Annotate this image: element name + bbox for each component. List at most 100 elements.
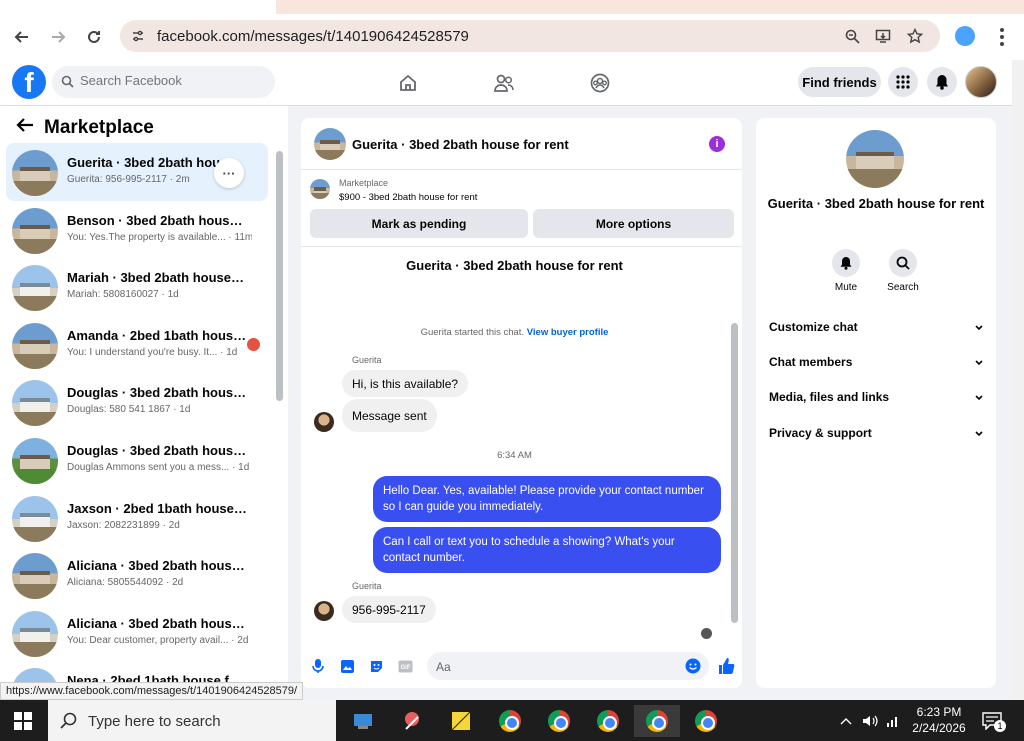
chat-details-pane: Guerita · 3bed 2bath house for rent Mute… <box>756 118 996 688</box>
mute-button[interactable]: Mute <box>826 249 866 293</box>
conversation-avatar[interactable] <box>12 322 58 369</box>
sender-avatar[interactable] <box>314 601 334 621</box>
volume-icon[interactable] <box>862 700 878 741</box>
forward-icon[interactable] <box>45 24 71 50</box>
more-options-button[interactable]: More options <box>533 209 734 238</box>
search-in-chat-button[interactable]: Search <box>883 249 923 293</box>
photo-icon[interactable] <box>339 658 355 674</box>
message-outgoing[interactable]: Hello Dear. Yes, available! Please provi… <box>373 476 721 522</box>
sidebar-scrollbar[interactable] <box>276 151 283 401</box>
message-input[interactable]: Aa <box>427 652 709 680</box>
notifications-bell-icon[interactable] <box>927 67 957 97</box>
facebook-search[interactable] <box>52 66 275 98</box>
address-bar[interactable]: facebook.com/messages/t/1401906424528579 <box>120 20 940 52</box>
chat-members-row[interactable]: Chat members <box>769 352 983 372</box>
sticker-icon[interactable] <box>368 658 384 674</box>
notification-center-icon[interactable]: 1 <box>982 700 1006 741</box>
conversation-name: Amanda · 2bed 1bath house for rent <box>67 327 247 343</box>
emoji-icon[interactable] <box>685 658 701 674</box>
groups-icon[interactable] <box>588 71 612 95</box>
chat-scrollbar[interactable] <box>731 323 738 623</box>
message-incoming[interactable]: 956-995-2117 <box>342 596 436 623</box>
conversation-item[interactable]: Aliciana · 3bed 2bath house for rent Alic… <box>6 546 268 604</box>
more-options-icon[interactable]: ··· <box>214 158 244 188</box>
conversation-avatar[interactable] <box>12 207 58 254</box>
chat-title[interactable]: Guerita · 3bed 2bath house for rent <box>352 137 569 152</box>
message-incoming[interactable]: Message sent <box>342 399 437 432</box>
clock-date: 2/24/2026 <box>912 721 966 735</box>
taskbar-search[interactable]: Type here to search <box>48 700 336 741</box>
address-url[interactable]: facebook.com/messages/t/1401906424528579 <box>157 28 469 45</box>
conversation-avatar[interactable] <box>12 553 58 600</box>
mark-as-pending-button[interactable]: Mark as pending <box>310 209 528 238</box>
browser-menu-icon[interactable] <box>992 26 1012 48</box>
bookmark-star-icon[interactable] <box>905 26 925 46</box>
sender-avatar[interactable] <box>314 412 334 432</box>
conversation-avatar[interactable] <box>12 495 58 542</box>
gif-icon[interactable]: GIF <box>397 658 413 674</box>
listing-thumbnail[interactable] <box>310 179 330 199</box>
svg-text:GIF: GIF <box>400 665 410 671</box>
customize-chat-row[interactable]: Customize chat <box>769 317 983 337</box>
windows-start-icon[interactable] <box>14 712 32 730</box>
chrome-active-icon[interactable] <box>634 705 680 737</box>
view-buyer-profile-link[interactable]: View buyer profile <box>527 327 609 338</box>
site-settings-icon[interactable] <box>128 26 148 46</box>
system-clock[interactable]: 6:23 PM 2/24/2026 <box>908 704 970 736</box>
conversation-avatar[interactable] <box>12 150 58 196</box>
extension-icon[interactable] <box>955 26 975 46</box>
details-avatar[interactable] <box>846 130 904 188</box>
conversation-avatar[interactable] <box>12 610 58 657</box>
friends-icon[interactable] <box>492 71 516 95</box>
conversation-snippet: Douglas: 580 541 1867 · 1d <box>67 404 191 416</box>
microphone-icon[interactable] <box>310 658 326 674</box>
find-friends-button[interactable]: Find friends <box>798 67 881 97</box>
menu-grid-icon[interactable] <box>888 67 918 97</box>
snipping-tool-icon[interactable] <box>396 705 428 737</box>
search-input[interactable] <box>80 73 260 88</box>
chrome-profile-k-icon[interactable] <box>494 705 526 737</box>
conversation-snippet: Aliciana: 5805544092 · 2d <box>67 577 184 589</box>
conversation-item[interactable]: Douglas · 3bed 2bath house for rent Dougl… <box>6 373 268 431</box>
reload-icon[interactable] <box>81 24 107 50</box>
chat-header: Guerita · 3bed 2bath house for rent i <box>301 118 742 170</box>
conversation-item[interactable]: Aliciana · 3bed 2bath house for rent You:… <box>6 604 268 662</box>
listing-price[interactable]: $900 - 3bed 2bath house for rent <box>339 192 477 203</box>
thumbs-up-icon[interactable] <box>717 658 735 674</box>
chrome-profile-5-icon[interactable] <box>690 705 722 737</box>
conversation-item[interactable]: Guerita · 3bed 2bath house for rentGueri… <box>6 143 268 201</box>
install-app-icon[interactable] <box>873 26 893 46</box>
back-arrow-icon[interactable] <box>16 117 34 139</box>
privacy-support-row[interactable]: Privacy & support <box>769 423 983 443</box>
message-incoming[interactable]: Hi, is this available? <box>342 370 469 397</box>
conversation-avatar[interactable] <box>12 265 58 312</box>
back-icon[interactable] <box>9 24 35 50</box>
info-icon[interactable]: i <box>709 136 725 152</box>
message-composer: GIF Aa <box>301 648 742 688</box>
home-icon[interactable] <box>396 71 420 95</box>
zoom-icon[interactable] <box>842 26 862 46</box>
conversation-item[interactable]: Mariah · 3bed 2bath house for rent Mariah… <box>6 258 268 316</box>
conversation-item[interactable]: Amanda · 2bed 1bath house for rent You: I… <box>6 316 268 374</box>
conversation-item[interactable]: Benson · 3bed 2bath house for rent You: Y… <box>6 201 268 259</box>
chrome-profile-2-icon[interactable] <box>543 705 575 737</box>
conversation-avatar[interactable] <box>12 380 58 427</box>
conversation-snippet: Douglas Ammons sent you a mess... · 1d <box>67 461 250 473</box>
conversation-item[interactable]: Douglas · 3bed 2bath house for rent Dougl… <box>6 431 268 489</box>
conversation-avatar[interactable] <box>12 437 58 484</box>
sticky-notes-icon[interactable] <box>445 705 477 737</box>
chat-avatar[interactable] <box>314 128 346 160</box>
conversation-name: Douglas · 3bed 2bath house for rent <box>67 442 247 458</box>
tray-chevron-icon[interactable] <box>840 700 852 741</box>
conversation-item[interactable]: Jaxson · 2bed 1bath house for rent Jaxson… <box>6 489 268 547</box>
browser-tab-active[interactable] <box>0 0 276 14</box>
facebook-logo-icon[interactable]: f <box>12 65 46 99</box>
media-files-links-row[interactable]: Media, files and links <box>769 387 983 407</box>
page-scrollbar[interactable] <box>1012 60 1024 700</box>
message-outgoing[interactable]: Can I call or text you to schedule a sho… <box>373 527 721 573</box>
profile-avatar[interactable] <box>965 66 997 98</box>
file-explorer-icon[interactable] <box>347 705 379 737</box>
network-icon[interactable] <box>886 700 900 741</box>
chrome-profile-3-icon[interactable] <box>592 705 624 737</box>
taskbar-search-placeholder: Type here to search <box>88 713 221 730</box>
